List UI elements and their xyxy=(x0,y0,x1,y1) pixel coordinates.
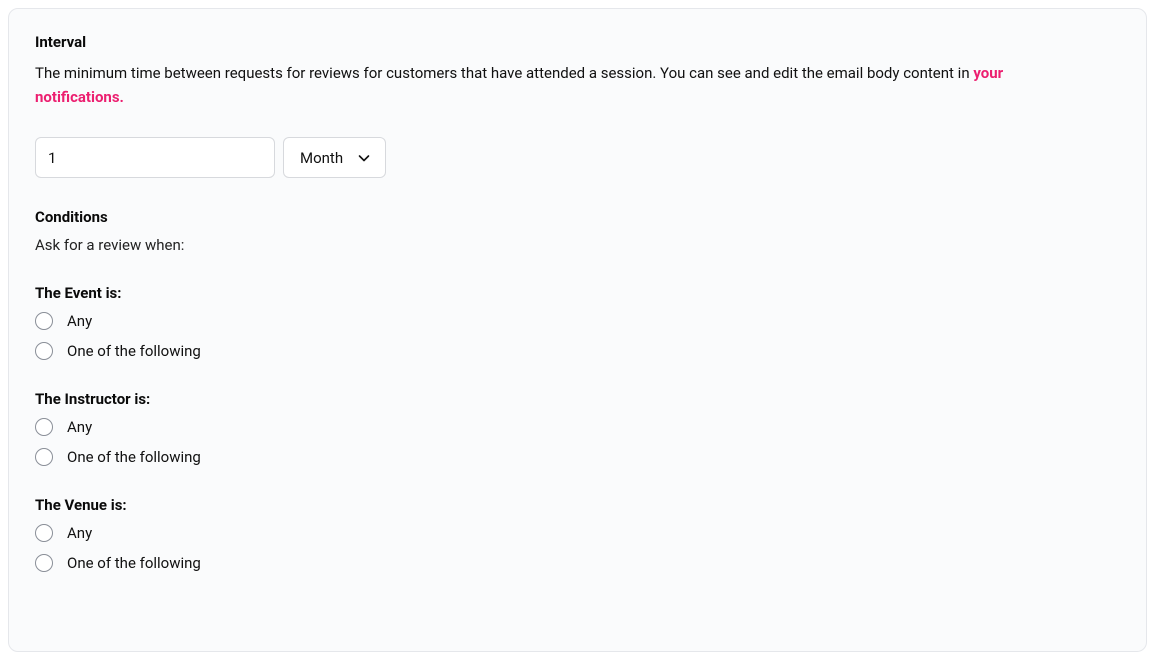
radio-button[interactable] xyxy=(35,312,53,330)
interval-description-text: The minimum time between requests for re… xyxy=(35,64,973,82)
condition-group-venue: The Venue is: Any One of the following xyxy=(35,496,1120,572)
radio-row-instructor-oneof[interactable]: One of the following xyxy=(35,448,1120,466)
radio-row-event-any[interactable]: Any xyxy=(35,312,1120,330)
settings-card: Interval The minimum time between reques… xyxy=(8,8,1147,652)
radio-row-venue-oneof[interactable]: One of the following xyxy=(35,554,1120,572)
radio-label: Any xyxy=(67,312,92,330)
radio-button[interactable] xyxy=(35,342,53,360)
condition-group-instructor-title: The Instructor is: xyxy=(35,390,1120,408)
radio-button[interactable] xyxy=(35,448,53,466)
radio-label: Any xyxy=(67,524,92,542)
interval-input-row: Month xyxy=(35,137,1120,178)
interval-unit-select[interactable]: Month xyxy=(283,137,386,178)
interval-value-input[interactable] xyxy=(35,137,275,178)
interval-title: Interval xyxy=(35,33,1120,51)
radio-row-instructor-any[interactable]: Any xyxy=(35,418,1120,436)
radio-label: One of the following xyxy=(67,554,201,572)
radio-label: Any xyxy=(67,418,92,436)
conditions-title: Conditions xyxy=(35,208,1120,226)
conditions-subtitle: Ask for a review when: xyxy=(35,236,1120,254)
radio-button[interactable] xyxy=(35,554,53,572)
radio-button[interactable] xyxy=(35,524,53,542)
condition-group-event: The Event is: Any One of the following xyxy=(35,284,1120,360)
chevron-down-icon xyxy=(357,151,371,165)
radio-row-venue-any[interactable]: Any xyxy=(35,524,1120,542)
condition-group-instructor: The Instructor is: Any One of the follow… xyxy=(35,390,1120,466)
radio-label: One of the following xyxy=(67,342,201,360)
condition-group-venue-title: The Venue is: xyxy=(35,496,1120,514)
interval-unit-label: Month xyxy=(300,149,343,167)
radio-row-event-oneof[interactable]: One of the following xyxy=(35,342,1120,360)
condition-group-event-title: The Event is: xyxy=(35,284,1120,302)
interval-description: The minimum time between requests for re… xyxy=(35,61,1095,109)
radio-label: One of the following xyxy=(67,448,201,466)
radio-button[interactable] xyxy=(35,418,53,436)
